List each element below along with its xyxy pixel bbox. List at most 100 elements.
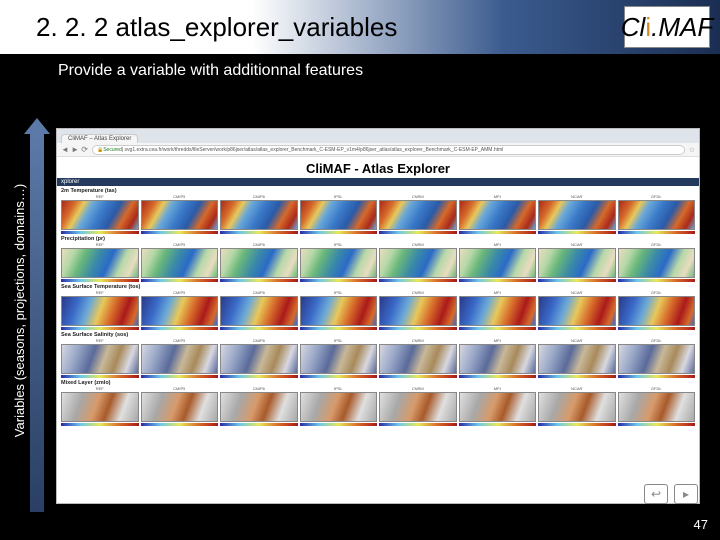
map-thumbnail: [618, 344, 696, 374]
colorbar: [618, 231, 696, 234]
browser-nav-controls[interactable]: ◄ ► ⟳: [61, 145, 88, 154]
colorbar: [379, 231, 457, 234]
map-cell[interactable]: IPSL: [300, 243, 378, 282]
colorbar: [300, 327, 378, 330]
map-thumbnail: [459, 200, 537, 230]
map-cell[interactable]: CMIP5: [141, 291, 219, 330]
map-thumbnail: [618, 200, 696, 230]
variable-row: Sea Surface Temperature (tos)REFCMIP5CMI…: [59, 284, 697, 330]
map-thumbnail: [300, 248, 378, 278]
map-cell[interactable]: CMIP6: [220, 387, 298, 426]
map-thumbnail: [61, 200, 139, 230]
map-cell[interactable]: GFDL: [618, 243, 696, 282]
map-cell[interactable]: IPSL: [300, 339, 378, 378]
reply-icon[interactable]: ↩: [644, 484, 668, 504]
colorbar: [61, 327, 139, 330]
colorbar: [141, 375, 219, 378]
map-thumbnail: [61, 344, 139, 374]
map-cell[interactable]: NCAR: [538, 195, 616, 234]
map-thumbnail: [459, 344, 537, 374]
browser-address-bar: ◄ ► ⟳ 🔒 Secured | svg1.extra.cea.fr/work…: [57, 143, 699, 157]
map-thumbnail: [618, 296, 696, 326]
map-cell[interactable]: NCAR: [538, 387, 616, 426]
variable-row: Sea Surface Salinity (sos)REFCMIP5CMIP6I…: [59, 332, 697, 378]
colorbar: [538, 423, 616, 426]
map-thumbnail: [61, 296, 139, 326]
map-thumbnail: [220, 200, 298, 230]
map-thumbnail: [379, 296, 457, 326]
colorbar: [220, 279, 298, 282]
colorbar: [618, 327, 696, 330]
map-cell[interactable]: CMIP6: [220, 195, 298, 234]
map-cell[interactable]: CMIP6: [220, 291, 298, 330]
map-cell[interactable]: REF: [61, 291, 139, 330]
map-cell[interactable]: NCAR: [538, 243, 616, 282]
map-cell[interactable]: CNRM: [379, 195, 457, 234]
map-thumbnail: [379, 392, 457, 422]
map-cell[interactable]: CMIP5: [141, 195, 219, 234]
map-thumbnail: [300, 296, 378, 326]
map-thumbnail: [538, 248, 616, 278]
map-cell[interactable]: MPI: [459, 243, 537, 282]
map-thumbnail: [618, 392, 696, 422]
map-cell[interactable]: REF: [61, 339, 139, 378]
map-cell[interactable]: IPSL: [300, 195, 378, 234]
play-icon[interactable]: ▸: [674, 484, 698, 504]
map-cell[interactable]: CNRM: [379, 243, 457, 282]
colorbar: [618, 375, 696, 378]
map-cell[interactable]: REF: [61, 243, 139, 282]
map-thumbnail: [141, 248, 219, 278]
map-thumbnail: [300, 392, 378, 422]
colorbar: [220, 423, 298, 426]
colorbar: [61, 423, 139, 426]
colorbar: [379, 279, 457, 282]
map-cell[interactable]: GFDL: [618, 291, 696, 330]
map-cell[interactable]: MPI: [459, 291, 537, 330]
map-cell[interactable]: CMIP5: [141, 387, 219, 426]
map-thumbnail: [220, 248, 298, 278]
map-cell[interactable]: CMIP5: [141, 243, 219, 282]
colorbar: [538, 231, 616, 234]
colorbar: [220, 231, 298, 234]
variable-label: Sea Surface Temperature (tos): [59, 284, 697, 291]
slide-title: 2. 2. 2 atlas_explorer_variables: [36, 12, 397, 43]
map-cell[interactable]: CMIP5: [141, 339, 219, 378]
map-cell[interactable]: GFDL: [618, 195, 696, 234]
map-thumbnail: [459, 392, 537, 422]
colorbar: [538, 327, 616, 330]
map-cell[interactable]: CNRM: [379, 339, 457, 378]
map-cell[interactable]: REF: [61, 387, 139, 426]
map-cell[interactable]: MPI: [459, 339, 537, 378]
map-cell[interactable]: REF: [61, 195, 139, 234]
map-cell[interactable]: GFDL: [618, 339, 696, 378]
map-cell[interactable]: MPI: [459, 195, 537, 234]
map-cell[interactable]: GFDL: [618, 387, 696, 426]
map-thumbnail: [538, 344, 616, 374]
colorbar: [459, 423, 537, 426]
map-cell[interactable]: IPSL: [300, 291, 378, 330]
browser-screenshot: CliMAF – Atlas Explorer ◄ ► ⟳ 🔒 Secured …: [56, 128, 700, 504]
browser-url-field[interactable]: 🔒 Secured | svg1.extra.cea.fr/work/thred…: [92, 145, 685, 155]
colorbar: [459, 279, 537, 282]
map-cell[interactable]: CMIP6: [220, 243, 298, 282]
map-thumbnail: [538, 392, 616, 422]
map-cell[interactable]: CNRM: [379, 387, 457, 426]
colorbar: [538, 375, 616, 378]
browser-tab[interactable]: CliMAF – Atlas Explorer: [61, 134, 138, 143]
map-cell[interactable]: IPSL: [300, 387, 378, 426]
map-thumbnail: [300, 344, 378, 374]
variable-label: Sea Surface Salinity (sos): [59, 332, 697, 339]
page-number: 47: [694, 517, 708, 532]
page-content: CliMAF - Atlas Explorer xplorer 2m Tempe…: [57, 157, 699, 503]
map-cell[interactable]: NCAR: [538, 339, 616, 378]
map-cell[interactable]: CMIP6: [220, 339, 298, 378]
map-cell[interactable]: CNRM: [379, 291, 457, 330]
browser-star-icon[interactable]: ☆: [689, 146, 695, 154]
map-cell[interactable]: NCAR: [538, 291, 616, 330]
map-thumbnail: [141, 392, 219, 422]
map-thumbnail: [220, 296, 298, 326]
colorbar: [61, 279, 139, 282]
map-cell[interactable]: MPI: [459, 387, 537, 426]
variable-label: Precipitation (pr): [59, 236, 697, 243]
browser-tabstrip: CliMAF – Atlas Explorer: [57, 129, 699, 143]
